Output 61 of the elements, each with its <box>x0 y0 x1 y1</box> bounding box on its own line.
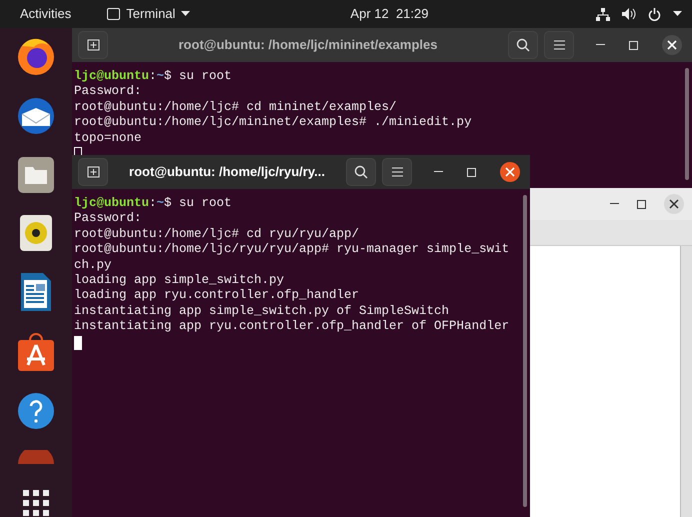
minimize-icon[interactable] <box>610 203 619 205</box>
search-button[interactable] <box>508 31 538 59</box>
app-menu[interactable]: Terminal <box>107 4 190 24</box>
scrollbar[interactable] <box>680 246 692 517</box>
shopping-bag-icon[interactable] <box>17 332 55 372</box>
prompt-path: ~ <box>156 196 164 212</box>
mail-icon[interactable] <box>16 96 56 136</box>
prompt-separator: : <box>149 69 157 84</box>
terminal-line: Password: <box>74 84 142 100</box>
menu-button[interactable] <box>382 158 412 186</box>
maximize-icon[interactable] <box>637 200 646 208</box>
terminal-line: Password: <box>74 211 142 227</box>
new-tab-button[interactable] <box>78 158 108 186</box>
new-tab-button[interactable] <box>78 31 108 59</box>
prompt-user: ljc@ubuntu <box>74 196 150 212</box>
terminal-line: instantiating app simple_switch.py of SimpleSwitch <box>74 304 450 320</box>
terminal-line: root@ubuntu:/home/ljc/ryu/ryu/app# ryu-manager simple_swit <box>74 242 510 258</box>
caret-icon[interactable] <box>673 11 682 17</box>
command-text: $ su root <box>164 196 232 212</box>
close-icon[interactable] <box>664 194 684 214</box>
new-tab-icon <box>86 39 100 51</box>
search-icon <box>354 165 368 179</box>
clock[interactable]: Apr 12 21:29 <box>350 4 428 24</box>
prompt-separator: : <box>149 196 157 212</box>
new-tab-icon <box>86 166 100 178</box>
terminal-icon <box>107 8 120 20</box>
minimize-icon[interactable] <box>596 44 605 46</box>
browser-icon[interactable] <box>16 36 56 76</box>
help-icon[interactable] <box>17 392 55 430</box>
terminal-line: loading app simple_switch.py <box>74 272 284 288</box>
close-button[interactable] <box>500 162 520 182</box>
menu-icon <box>392 167 402 177</box>
terminal-line: loading app ryu.controller.ofp_handler <box>74 288 360 304</box>
scrollbar[interactable] <box>523 195 527 507</box>
folder-icon[interactable] <box>17 156 55 194</box>
document-icon[interactable] <box>20 272 52 312</box>
terminal-line: topo=none <box>74 130 142 146</box>
minimize-icon[interactable] <box>434 171 443 173</box>
terminal-line: instantiating app ryu.controller.ofp_handler of OFPHandler <box>74 319 510 335</box>
speaker-icon[interactable] <box>19 214 53 252</box>
menu-icon <box>554 40 564 50</box>
terminal-line: root@ubuntu:/home/ljc# cd ryu/ryu/app/ <box>74 226 360 242</box>
search-button[interactable] <box>346 158 376 186</box>
prompt-user: ljc@ubuntu <box>74 69 150 84</box>
power-icon[interactable] <box>648 8 661 20</box>
scrollbar[interactable] <box>685 68 689 180</box>
volume-icon[interactable] <box>622 8 636 20</box>
close-button[interactable] <box>662 35 682 55</box>
terminal-line: ch.py <box>74 258 112 273</box>
prompt-path: ~ <box>156 69 164 84</box>
network-icon[interactable] <box>596 8 610 20</box>
activities-button[interactable]: Activities <box>20 4 72 24</box>
window-title: root@ubuntu: /home/ljc/ryu/ry... <box>128 163 326 182</box>
terminal-line: root@ubuntu:/home/ljc# cd mininet/examples/ <box>74 100 397 116</box>
app-grid-icon[interactable] <box>23 490 49 516</box>
terminal-line: root@ubuntu:/home/ljc/mininet/examples# ./miniedit.py <box>74 115 472 131</box>
command-text: $ su root <box>164 69 232 84</box>
search-icon <box>516 38 530 52</box>
menu-button[interactable] <box>544 31 574 59</box>
window-title: root@ubuntu: /home/ljc/mininet/examples <box>178 36 438 54</box>
caret-icon <box>181 11 190 17</box>
